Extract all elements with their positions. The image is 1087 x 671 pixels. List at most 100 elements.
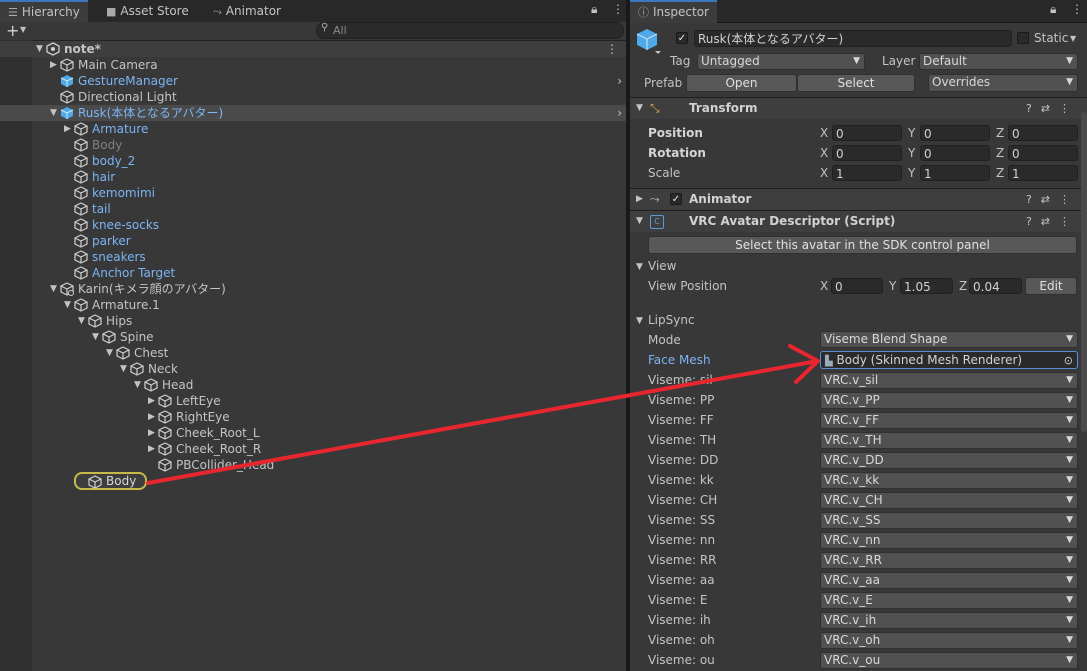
hierarchy-row[interactable]: ▼ Armature.1 (0, 297, 626, 313)
hierarchy-row[interactable]: Directional Light (0, 89, 626, 105)
hierarchy-row[interactable]: GestureManager › (0, 73, 626, 89)
hierarchy-row[interactable]: ▼ Karin(キメラ顔のアバター) (0, 281, 626, 297)
expand-down-icon[interactable]: ▼ (78, 313, 88, 329)
add-button[interactable]: + (6, 21, 19, 40)
expand-down-icon[interactable]: ▼ (92, 329, 102, 345)
scene-menu-icon[interactable]: ⋮ (606, 41, 618, 57)
add-dropdown-icon[interactable]: ▼ (20, 25, 26, 34)
transform-z-field[interactable]: 1 (1008, 165, 1078, 181)
hierarchy-row[interactable]: tail (0, 201, 626, 217)
drag-item-body[interactable]: Body (74, 472, 147, 490)
transform-y-field[interactable]: 0 (920, 125, 990, 141)
hierarchy-row[interactable]: ▶ Armature (0, 121, 626, 137)
layer-dropdown[interactable]: Default ▼ (919, 53, 1078, 70)
descriptor-header[interactable]: ▼ C VRC Avatar Descriptor (Script) ?⇄⋮ (630, 210, 1087, 232)
transform-header[interactable]: ▼ ⤡ Transform ?⇄⋮ (630, 97, 1087, 119)
hierarchy-row[interactable]: ▼ Spine (0, 329, 626, 345)
viseme-dropdown[interactable]: VRC.v_kk ▼ (820, 472, 1078, 489)
lipsync-fold-icon[interactable]: ▼ (636, 316, 643, 326)
hierarchy-row[interactable]: ▶ Cheek_Root_L (0, 425, 626, 441)
face-mesh-field[interactable]: ▙ Body (Skinned Mesh Renderer) ⊙ (820, 351, 1078, 369)
component-header-icons[interactable]: ?⇄⋮ (1026, 189, 1079, 210)
hierarchy-row[interactable]: ▶ Cheek_Root_R (0, 441, 626, 457)
hierarchy-row[interactable]: ▼ note* ⋮ (0, 41, 626, 57)
object-name-field[interactable]: Rusk(本体となるアバター) (694, 30, 1012, 47)
expand-down-icon[interactable]: ▼ (64, 297, 74, 313)
expand-right-icon[interactable]: ▶ (50, 57, 60, 73)
prefab-overrides-dropdown[interactable]: Overrides ▼ (928, 74, 1078, 92)
viseme-dropdown[interactable]: VRC.v_PP ▼ (820, 392, 1078, 409)
hierarchy-row[interactable]: ▶ RightEye (0, 409, 626, 425)
transform-x-field[interactable]: 0 (832, 125, 902, 141)
view-x-field[interactable]: 0 (831, 278, 883, 294)
active-checkbox[interactable]: ✓ (676, 32, 688, 44)
viseme-dropdown[interactable]: VRC.v_SS ▼ (820, 512, 1078, 529)
view-fold-icon[interactable]: ▼ (636, 262, 643, 272)
expand-right-icon[interactable]: ▶ (148, 425, 158, 441)
viseme-dropdown[interactable]: VRC.v_TH ▼ (820, 432, 1078, 449)
search-input[interactable] (333, 23, 613, 37)
viseme-dropdown[interactable]: VRC.v_CH ▼ (820, 492, 1078, 509)
lock-icon[interactable]: 🔒︎ (591, 2, 597, 17)
hierarchy-row[interactable]: ▼ Neck (0, 361, 626, 377)
inspector-scrollbar[interactable] (1081, 112, 1087, 432)
hierarchy-row[interactable]: ▼ Rusk(本体となるアバター) › (0, 105, 626, 121)
object-picker-icon[interactable]: ⊙ (1064, 352, 1073, 368)
chevron-right-icon[interactable]: › (617, 105, 622, 121)
static-checkbox[interactable] (1017, 32, 1029, 44)
expand-down-icon[interactable]: ▼ (134, 377, 144, 393)
hierarchy-row[interactable]: parker (0, 233, 626, 249)
tag-dropdown[interactable]: Untagged ▼ (697, 53, 865, 70)
expand-down-icon[interactable]: ▼ (50, 281, 60, 297)
tab-animator[interactable]: ⤳ Animator (205, 0, 289, 22)
transform-x-field[interactable]: 0 (832, 145, 902, 161)
expand-right-icon[interactable]: ▶ (148, 409, 158, 425)
hierarchy-row[interactable]: PBCollider_Head (0, 457, 626, 473)
expand-right-icon[interactable]: ▶ (148, 393, 158, 409)
lipsync-mode-dropdown[interactable]: Viseme Blend Shape ▼ (820, 331, 1078, 348)
expand-down-icon[interactable]: ▼ (36, 41, 46, 57)
inspector-menu-icon[interactable]: ⋮ (1071, 2, 1083, 16)
hierarchy-row[interactable]: knee-socks (0, 217, 626, 233)
transform-z-field[interactable]: 0 (1008, 145, 1078, 161)
viseme-dropdown[interactable]: VRC.v_E ▼ (820, 592, 1078, 609)
hierarchy-row[interactable]: ▼ Head (0, 377, 626, 393)
transform-y-field[interactable]: 1 (920, 165, 990, 181)
transform-y-field[interactable]: 0 (920, 145, 990, 161)
tab-inspector[interactable]: ⓘ Inspector (630, 0, 717, 23)
hierarchy-row[interactable]: ▶ Main Camera (0, 57, 626, 73)
hierarchy-row[interactable]: ▼ Hips (0, 313, 626, 329)
expand-down-icon[interactable]: ▼ (106, 345, 116, 361)
hierarchy-row[interactable]: sneakers (0, 249, 626, 265)
hierarchy-row[interactable]: ▼ Chest (0, 345, 626, 361)
expand-down-icon[interactable]: ▼ (120, 361, 130, 377)
animator-enabled-checkbox[interactable]: ✓ (670, 193, 682, 205)
inspector-lock-icon[interactable]: 🔒︎ (1050, 2, 1056, 17)
expand-right-icon[interactable]: ▶ (64, 121, 74, 137)
component-header-icons[interactable]: ?⇄⋮ (1026, 98, 1079, 119)
hierarchy-row[interactable]: kemomimi (0, 185, 626, 201)
viseme-dropdown[interactable]: VRC.v_oh ▼ (820, 632, 1078, 649)
viseme-dropdown[interactable]: VRC.v_DD ▼ (820, 452, 1078, 469)
hierarchy-row[interactable]: body_2 (0, 153, 626, 169)
prefab-select-button[interactable]: Select (797, 74, 915, 92)
component-header-icons[interactable]: ?⇄⋮ (1026, 211, 1079, 232)
hierarchy-row[interactable]: Anchor Target (0, 265, 626, 281)
viseme-dropdown[interactable]: VRC.v_RR ▼ (820, 552, 1078, 569)
view-edit-button[interactable]: Edit (1025, 277, 1077, 295)
viseme-dropdown[interactable]: VRC.v_FF ▼ (820, 412, 1078, 429)
hierarchy-row[interactable]: hair (0, 169, 626, 185)
expand-right-icon[interactable]: ▶ (148, 441, 158, 457)
tab-hierarchy[interactable]: ☰ Hierarchy (0, 0, 88, 23)
transform-z-field[interactable]: 0 (1008, 125, 1078, 141)
prefab-open-button[interactable]: Open (686, 74, 797, 92)
select-avatar-sdk-button[interactable]: Select this avatar in the SDK control pa… (648, 236, 1077, 254)
viseme-dropdown[interactable]: VRC.v_ih ▼ (820, 612, 1078, 629)
viseme-dropdown[interactable]: VRC.v_sil ▼ (820, 372, 1078, 389)
view-y-field[interactable]: 1.05 (900, 278, 953, 294)
view-z-field[interactable]: 0.04 (969, 278, 1022, 294)
viseme-dropdown[interactable]: VRC.v_nn ▼ (820, 532, 1078, 549)
chevron-right-icon[interactable]: › (617, 73, 622, 89)
transform-x-field[interactable]: 1 (832, 165, 902, 181)
tab-asset-store[interactable]: ■ Asset Store (98, 0, 197, 22)
